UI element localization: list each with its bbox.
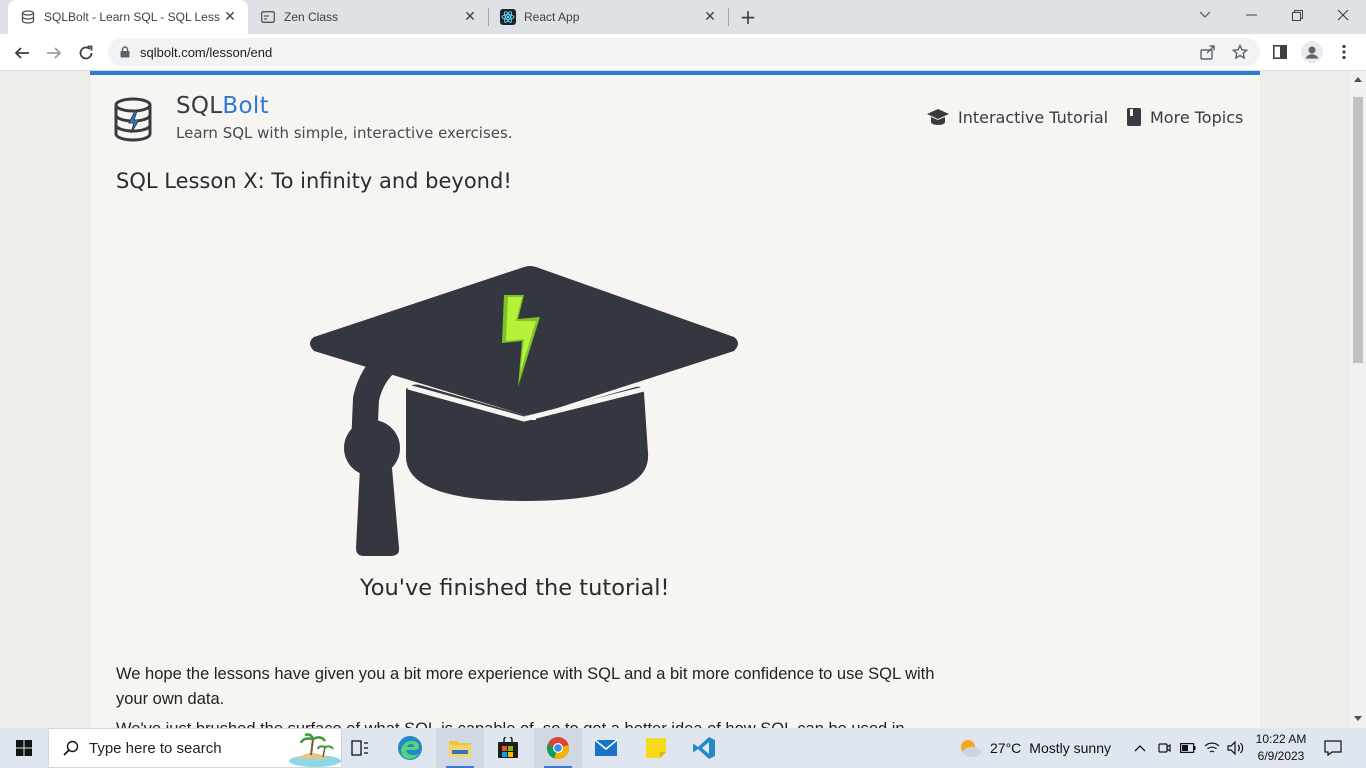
tab-react-app[interactable]: React App ✕ — [488, 0, 728, 34]
reload-button[interactable] — [72, 39, 100, 67]
tab-search-icon[interactable] — [1182, 0, 1228, 30]
bookmark-star-icon[interactable] — [1230, 42, 1250, 62]
tab-title: SQLBolt - Learn SQL - SQL Lesson — [44, 10, 220, 24]
share-icon[interactable] — [1198, 42, 1218, 62]
side-panel-icon[interactable] — [1268, 40, 1292, 64]
nav-more-topics[interactable]: More Topics — [1126, 107, 1243, 127]
search-highlight-island-icon — [281, 733, 341, 768]
address-bar[interactable]: sqlbolt.com/lesson/end — [108, 38, 1260, 66]
page-scrollbar[interactable] — [1350, 71, 1366, 728]
lesson-title: SQL Lesson X: To infinity and beyond! — [116, 169, 512, 193]
mail-icon[interactable] — [582, 728, 630, 768]
tab-zen-class[interactable]: Zen Class ✕ — [248, 0, 488, 34]
window-icon — [260, 9, 276, 25]
battery-icon[interactable] — [1178, 738, 1198, 758]
tab-title: Zen Class — [284, 10, 339, 24]
chevron-up-icon[interactable] — [1130, 738, 1150, 758]
restore-button[interactable] — [1274, 0, 1320, 30]
weather-widget[interactable]: 27°C Mostly sunny — [958, 728, 1111, 768]
book-icon — [1126, 107, 1142, 127]
lock-icon[interactable] — [120, 46, 130, 58]
close-icon[interactable]: ✕ — [460, 7, 480, 27]
task-view-icon[interactable] — [336, 728, 384, 768]
back-button[interactable] — [8, 39, 36, 67]
sqlbolt-logo-icon[interactable] — [114, 97, 156, 143]
lesson-paragraph: We hope the lessons have given you a bit… — [116, 665, 935, 708]
store-icon[interactable] — [484, 728, 532, 768]
brand-prefix: SQL — [176, 93, 223, 119]
graduation-cap-illustration-icon — [308, 263, 742, 559]
weather-temp: 27°C — [990, 740, 1022, 756]
system-clock[interactable]: 10:22 AM 6/9/2023 — [1250, 731, 1312, 765]
windows-start-icon[interactable] — [0, 728, 48, 768]
lesson-paragraph-partial: We've just brushed the surface of what S… — [116, 717, 946, 728]
forward-button[interactable] — [40, 39, 68, 67]
brand-name[interactable]: SQLBolt — [176, 93, 269, 119]
edge-icon[interactable] — [386, 728, 434, 768]
database-icon — [20, 9, 36, 25]
graduation-cap-icon — [926, 107, 950, 127]
close-icon[interactable]: ✕ — [220, 7, 240, 27]
meet-now-icon[interactable] — [1154, 738, 1174, 758]
scroll-down-arrow-icon[interactable] — [1354, 716, 1362, 721]
file-explorer-icon[interactable] — [436, 728, 484, 768]
taskbar: Type here to search 27°C Mostly sunny 10… — [0, 728, 1366, 768]
chrome-icon[interactable] — [534, 728, 582, 768]
tab-sqlbolt[interactable]: SQLBolt - Learn SQL - SQL Lesson ✕ — [8, 0, 248, 34]
brand-suffix: Bolt — [222, 93, 269, 119]
finished-message: You've finished the tutorial! — [360, 575, 670, 601]
search-icon — [63, 740, 79, 756]
content-card: SQLBolt Learn SQL with simple, interacti… — [90, 71, 1260, 728]
weather-desc: Mostly sunny — [1029, 740, 1111, 756]
minimize-button[interactable] — [1228, 0, 1274, 30]
tagline: Learn SQL with simple, interactive exerc… — [176, 124, 513, 142]
clock-time: 10:22 AM — [1255, 732, 1307, 746]
notifications-icon[interactable] — [1322, 737, 1344, 759]
sticky-notes-icon[interactable] — [632, 728, 680, 768]
scroll-up-arrow-icon[interactable] — [1354, 77, 1362, 82]
tab-strip: SQLBolt - Learn SQL - SQL Lesson ✕ Zen C… — [0, 0, 1366, 34]
partly-sunny-icon — [958, 738, 982, 758]
close-window-button[interactable] — [1320, 0, 1366, 30]
vscode-icon[interactable] — [680, 728, 728, 768]
clock-date: 6/9/2023 — [1257, 749, 1305, 763]
menu-icon[interactable] — [1332, 40, 1356, 64]
new-tab-button[interactable]: + — [736, 5, 760, 29]
react-icon — [500, 9, 516, 25]
volume-icon[interactable] — [1226, 738, 1246, 758]
scroll-thumb[interactable] — [1353, 97, 1363, 363]
profile-avatar-icon[interactable] — [1300, 40, 1324, 64]
nav-label: More Topics — [1150, 107, 1244, 127]
search-placeholder: Type here to search — [89, 739, 222, 757]
browser-toolbar: sqlbolt.com/lesson/end — [0, 34, 1366, 71]
nav-label: Interactive Tutorial — [958, 107, 1109, 127]
url-text: sqlbolt.com/lesson/end — [140, 44, 273, 60]
tab-title: React App — [524, 10, 580, 24]
taskbar-search-box[interactable]: Type here to search — [48, 728, 342, 768]
close-icon[interactable]: ✕ — [700, 7, 720, 27]
nav-interactive-tutorial[interactable]: Interactive Tutorial — [926, 107, 1108, 127]
wifi-icon[interactable] — [1202, 738, 1222, 758]
